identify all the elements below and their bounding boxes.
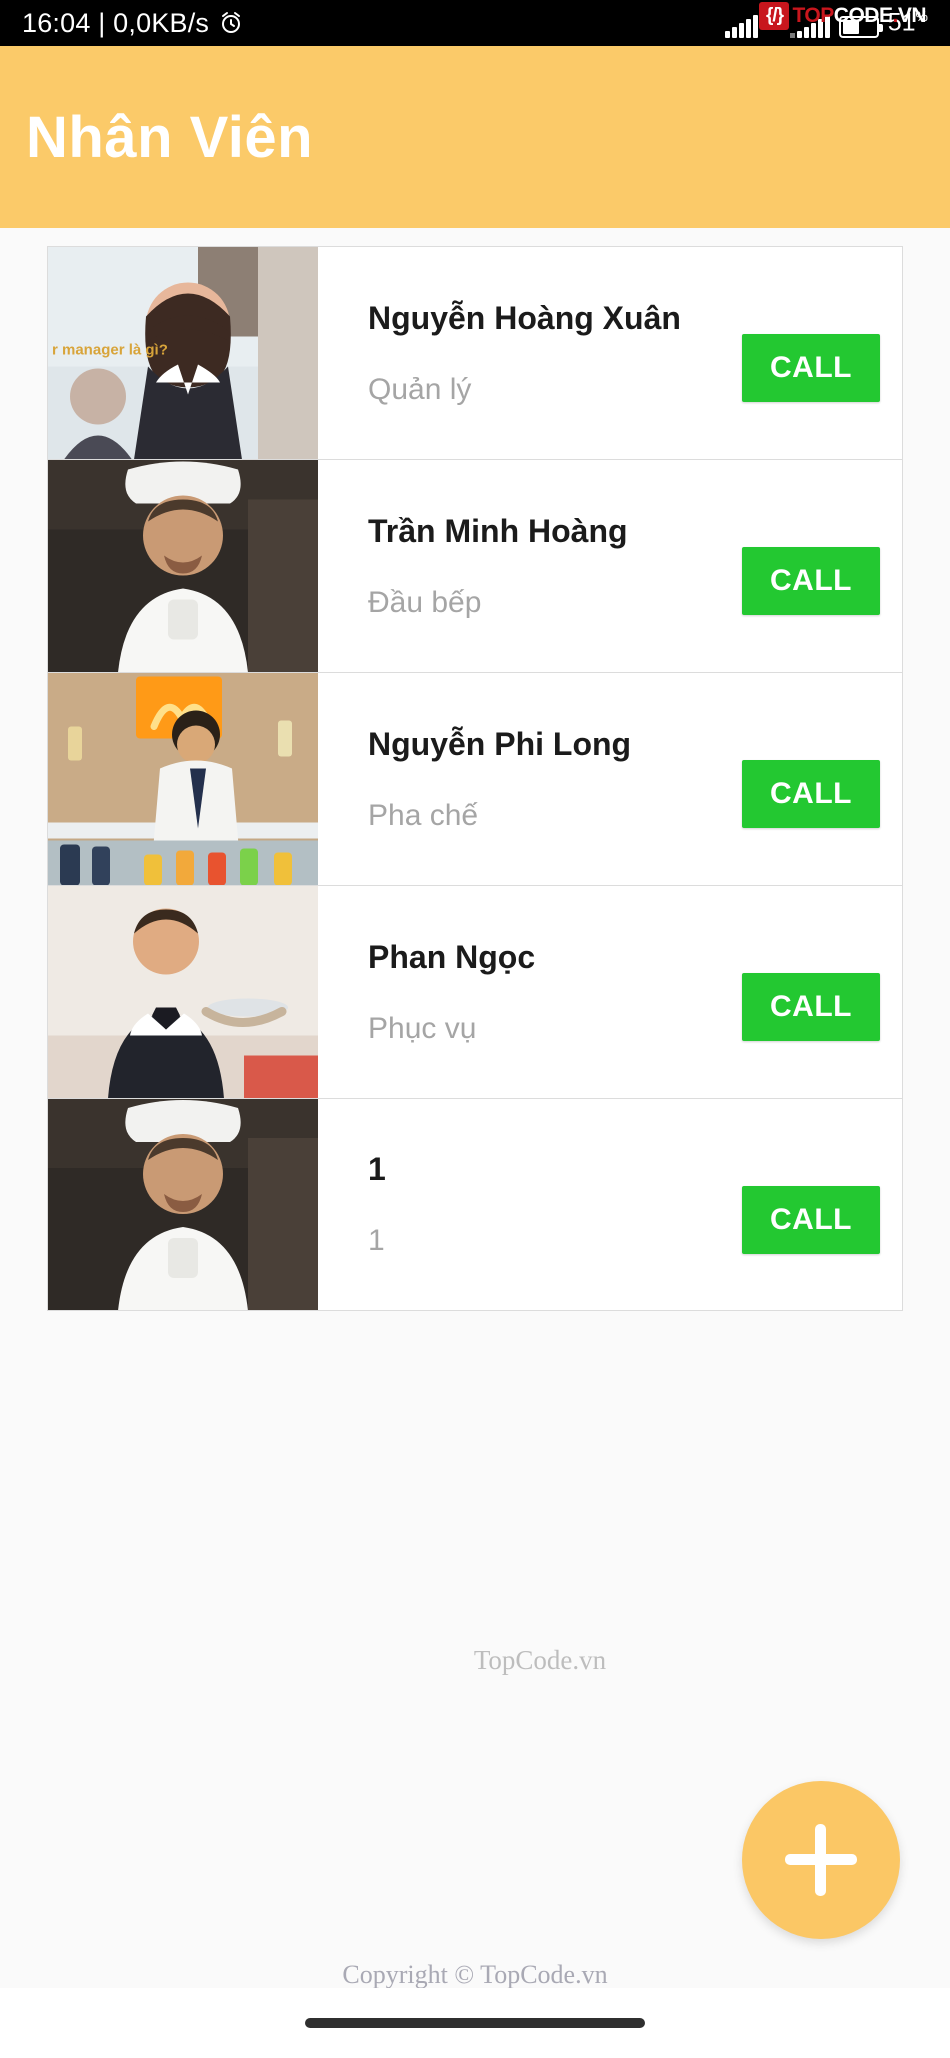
employee-list: r manager là gì? Nguyễn Hoàng Xuân Quản …	[0, 246, 950, 1311]
employee-info: Trần Minh Hoàng Đầu bếp	[368, 513, 742, 620]
status-bar-left: 16:04 | 0,0KB/s	[22, 8, 243, 39]
employee-photo	[48, 886, 318, 1098]
home-gesture-pill[interactable]	[305, 2018, 645, 2028]
employee-info: Nguyễn Phi Long Pha chế	[368, 726, 742, 833]
employee-name: 1	[368, 1151, 386, 1187]
employee-name: Nguyễn Phi Long	[368, 725, 632, 762]
employee-name: Trần Minh Hoàng	[368, 512, 628, 549]
employee-photo	[48, 673, 318, 885]
call-button[interactable]: CALL	[742, 760, 880, 828]
employee-role: Pha chế	[368, 798, 479, 832]
svg-text:r manager là gì?: r manager là gì?	[52, 342, 168, 359]
call-button[interactable]: CALL	[742, 973, 880, 1041]
list-item-body: Phan Ngọc Phục vụ CALL	[318, 886, 902, 1098]
call-button[interactable]: CALL	[742, 1185, 880, 1254]
topcode-logo-text: TOPCODE.VN	[792, 4, 926, 27]
list-item-body: Nguyễn Phi Long Pha chế CALL	[318, 673, 902, 885]
list-item[interactable]: 1 1 CALL	[47, 1098, 903, 1311]
app-bar: Nhân Viên	[0, 46, 950, 228]
employee-photo: r manager là gì?	[48, 247, 318, 459]
employee-name: Phan Ngọc	[368, 938, 536, 975]
employee-info: Phan Ngọc Phục vụ	[368, 939, 742, 1046]
employee-role: Quản lý	[368, 372, 472, 406]
list-item[interactable]: Nguyễn Phi Long Pha chế CALL	[47, 672, 903, 885]
status-clock: 16:04 | 0,0KB/s	[22, 7, 210, 38]
call-button[interactable]: CALL	[742, 547, 880, 615]
signal-sim1-icon	[725, 14, 759, 38]
system-navigation-bar	[0, 1988, 950, 2058]
list-item-body: 1 1 CALL	[318, 1099, 902, 1310]
list-item-body: Nguyễn Hoàng Xuân Quản lý CALL	[318, 247, 902, 459]
employee-info: Nguyễn Hoàng Xuân Quản lý	[368, 300, 742, 407]
employee-photo	[48, 1099, 318, 1310]
app-screen: 16:04 | 0,0KB/s 4G 51% {/}	[0, 0, 950, 2058]
employee-name: Nguyễn Hoàng Xuân	[368, 299, 681, 336]
list-item[interactable]: Trần Minh Hoàng Đầu bếp CALL	[47, 459, 903, 672]
list-item[interactable]: Phan Ngọc Phục vụ CALL	[47, 885, 903, 1098]
employee-role: Phục vụ	[368, 1011, 477, 1045]
topcode-logo-mark: {/}	[759, 2, 790, 30]
plus-icon	[785, 1824, 857, 1896]
employee-role: Đầu bếp	[368, 585, 482, 619]
employee-info: 1 1	[368, 1151, 742, 1258]
list-item[interactable]: r manager là gì? Nguyễn Hoàng Xuân Quản …	[47, 246, 903, 459]
list-item-body: Trần Minh Hoàng Đầu bếp CALL	[318, 460, 902, 672]
alarm-icon	[219, 11, 243, 35]
call-button[interactable]: CALL	[742, 334, 880, 402]
add-employee-fab[interactable]	[742, 1781, 900, 1939]
employee-photo	[48, 460, 318, 672]
page-title: Nhân Viên	[26, 104, 314, 170]
copyright-footer: Copyright © TopCode.vn	[342, 1960, 608, 1989]
employee-role: 1	[368, 1224, 385, 1257]
topcode-watermark-text: TopCode.vn	[473, 1645, 607, 1675]
topcode-logo-watermark: {/} TOPCODE.VN	[759, 2, 927, 30]
